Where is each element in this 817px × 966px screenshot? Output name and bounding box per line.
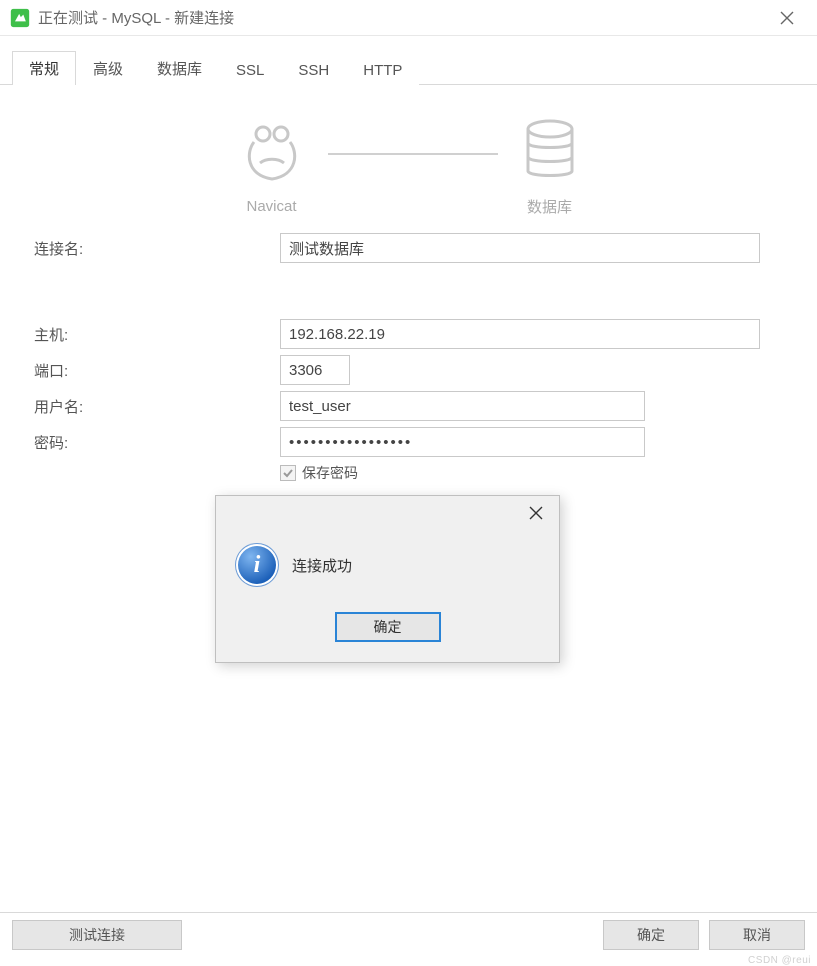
dialog-ok-button[interactable]: 确定 bbox=[335, 612, 441, 642]
tab-advanced[interactable]: 高级 bbox=[76, 51, 140, 85]
connection-name-input[interactable] bbox=[280, 233, 760, 263]
database-icon bbox=[518, 115, 582, 190]
host-input[interactable] bbox=[280, 319, 760, 349]
tabs: 常规 高级 数据库 SSL SSH HTTP bbox=[0, 50, 817, 85]
message-dialog: i 连接成功 确定 bbox=[215, 495, 560, 663]
diagram-connector-line bbox=[328, 153, 498, 155]
username-input[interactable] bbox=[280, 391, 645, 421]
tab-ssl[interactable]: SSL bbox=[219, 55, 281, 85]
password-label: 密码: bbox=[30, 432, 280, 453]
dialog-message: 连接成功 bbox=[292, 555, 352, 576]
test-connection-button[interactable]: 测试连接 bbox=[12, 920, 182, 950]
info-icon: i bbox=[236, 544, 278, 586]
host-label: 主机: bbox=[30, 324, 280, 345]
tab-general[interactable]: 常规 bbox=[12, 51, 76, 85]
watermark: CSDN @reui bbox=[748, 955, 811, 966]
tab-http[interactable]: HTTP bbox=[346, 55, 419, 85]
connection-diagram: Navicat 数据库 bbox=[30, 105, 787, 217]
ok-button[interactable]: 确定 bbox=[603, 920, 699, 950]
dialog-close-button[interactable] bbox=[519, 499, 553, 527]
tab-database[interactable]: 数据库 bbox=[140, 51, 219, 85]
diagram-database-label: 数据库 bbox=[527, 196, 572, 217]
connection-name-label: 连接名: bbox=[30, 238, 280, 259]
username-label: 用户名: bbox=[30, 396, 280, 417]
port-input[interactable] bbox=[280, 355, 350, 385]
password-input[interactable] bbox=[280, 427, 645, 457]
save-password-checkbox[interactable] bbox=[280, 465, 296, 481]
cancel-button[interactable]: 取消 bbox=[709, 920, 805, 950]
window-title: 正在测试 - MySQL - 新建连接 bbox=[38, 7, 234, 28]
bottom-bar: 测试连接 确定 取消 bbox=[0, 912, 817, 956]
navicat-icon bbox=[236, 117, 308, 192]
app-icon bbox=[10, 8, 30, 28]
tab-ssh[interactable]: SSH bbox=[281, 55, 346, 85]
titlebar: 正在测试 - MySQL - 新建连接 bbox=[0, 0, 817, 36]
window-close-button[interactable] bbox=[767, 0, 807, 36]
diagram-navicat-label: Navicat bbox=[246, 198, 296, 215]
connection-form: 连接名: 主机: 端口: 用户名: 密码: 保存密码 bbox=[30, 217, 787, 499]
content: Navicat 数据库 连接名: 主机: 端 bbox=[0, 85, 817, 499]
port-label: 端口: bbox=[30, 360, 280, 381]
save-password-label: 保存密码 bbox=[302, 463, 358, 483]
